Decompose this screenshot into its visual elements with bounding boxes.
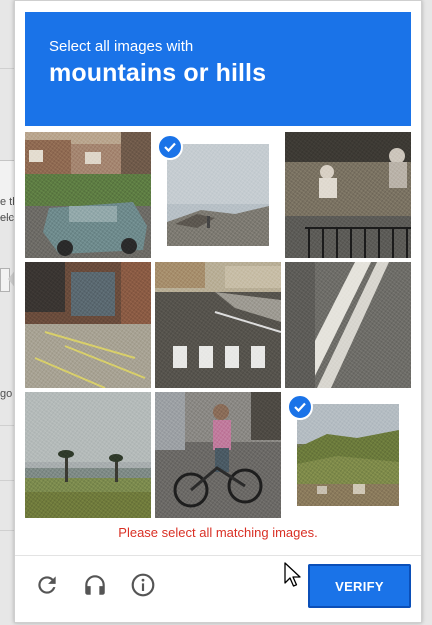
image-tile-4[interactable]: [25, 262, 151, 388]
target-object-text: mountains or hills: [49, 59, 267, 87]
image-tile-1[interactable]: [25, 132, 151, 258]
image-tile-5[interactable]: [155, 262, 281, 388]
image-tile-7[interactable]: [25, 392, 151, 518]
image-tile-9[interactable]: [285, 392, 411, 518]
reload-button[interactable]: [31, 569, 63, 601]
mouse-cursor-icon: [284, 562, 301, 587]
captcha-dialog: Select all images with mountains or hill…: [14, 0, 422, 623]
selected-check-icon: [287, 394, 313, 420]
footer-divider: [15, 555, 421, 556]
image-grid: [25, 132, 411, 518]
selected-check-icon: [157, 134, 183, 160]
help-info-button[interactable]: [127, 569, 159, 601]
audio-challenge-button[interactable]: [79, 569, 111, 601]
image-tile-2[interactable]: [155, 132, 281, 258]
info-icon: [131, 573, 155, 597]
headphones-icon: [85, 575, 105, 595]
image-tile-3[interactable]: [285, 132, 411, 258]
error-message: Please select all matching images.: [118, 525, 318, 540]
verify-button[interactable]: VERIFY: [308, 564, 411, 608]
image-tile-6[interactable]: [285, 262, 411, 388]
captcha-header: Select all images with mountains or hill…: [25, 12, 411, 126]
image-tile-8[interactable]: [155, 392, 281, 518]
reload-icon: [38, 576, 56, 594]
instruction-text: Select all images with: [49, 38, 194, 55]
